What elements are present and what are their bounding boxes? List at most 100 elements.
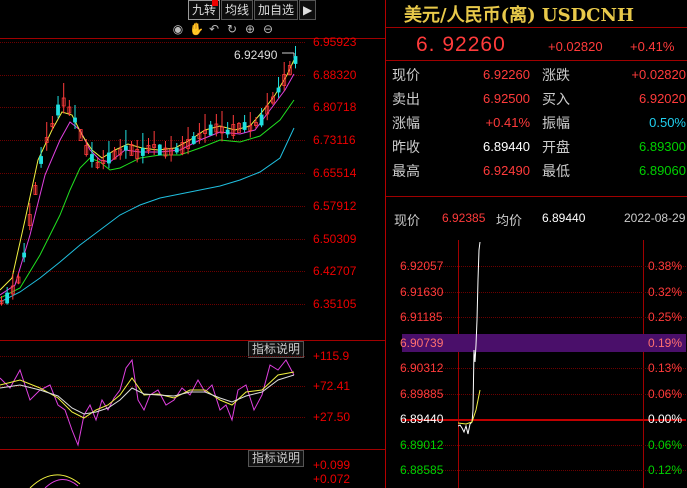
indicator2-line-2: [44, 479, 79, 488]
quote-value: 6.89300: [639, 139, 686, 154]
price-label: 6.50309: [313, 232, 357, 246]
candle-body: [191, 136, 196, 144]
quote-value: +0.41%: [485, 115, 530, 130]
quote-row: 卖出 6.92500 买入 6.92020: [390, 87, 686, 111]
intraday-pct-label: 0.12%: [648, 463, 683, 477]
quote-value: 6.89060: [639, 163, 686, 178]
candle-body: [107, 152, 111, 164]
candle-body: [208, 124, 213, 136]
intraday-pct-label: 0.32%: [648, 285, 683, 299]
candle-body: [90, 154, 94, 162]
price-change-pct: +0.41%: [630, 39, 675, 54]
intraday-pct-label: 0.00%: [648, 412, 683, 426]
quote-value: 6.92490: [483, 163, 530, 178]
active-indicator-mark: [212, 0, 218, 6]
price-label: 6.35105: [313, 297, 357, 311]
undo-icon[interactable]: ↶: [207, 22, 221, 36]
quote-value: 6.92260: [483, 67, 530, 82]
price-change: +0.02820: [548, 39, 603, 54]
intraday-divider: [386, 196, 687, 197]
intraday-pct-label: 0.38%: [648, 259, 683, 273]
quote-label: 卖出: [392, 91, 420, 107]
quote-label: 最高: [392, 163, 420, 179]
candle-body: [5, 292, 10, 304]
quote-value: 6.89440: [483, 139, 530, 154]
intraday-pct-label: 0.25%: [648, 310, 683, 324]
intraday-chart[interactable]: [458, 240, 642, 488]
indicator2-value: +0.099: [313, 458, 351, 472]
intraday-price-label: 6.89012: [400, 438, 444, 452]
moving-average-button[interactable]: 均线: [221, 0, 254, 20]
price-label: 6.65514: [313, 166, 357, 180]
intraday-price-label: 6.89885: [400, 387, 444, 401]
quote-panel: 美元/人民币(离) USDCNH 6. 92260 +0.02820 +0.41…: [385, 0, 687, 488]
indicator2-top-border: [0, 449, 385, 450]
ma-line-short: [0, 73, 295, 296]
candlestick-chart[interactable]: [0, 40, 305, 338]
candle-body: [174, 147, 179, 153]
quote-label: 最低: [542, 163, 570, 179]
eye-icon[interactable]: ◉: [171, 22, 185, 36]
indicator1-line-magenta: [0, 358, 295, 447]
intraday-price-label: 6.90312: [400, 361, 444, 375]
quote-value: 0.50%: [649, 115, 686, 130]
indicator1-top-border: [0, 340, 385, 341]
price-label: 6.73116: [313, 133, 356, 147]
intraday-pct-label: 0.13%: [648, 361, 683, 375]
quote-value: 6.92020: [639, 91, 686, 106]
candle-body: [242, 122, 247, 130]
last-price: 6. 92260: [416, 33, 506, 56]
quote-label: 开盘: [542, 139, 570, 155]
intraday-avg-value: 6.89440: [542, 211, 586, 225]
intraday-pct-label: 0.06%: [648, 387, 683, 401]
quote-row: 涨幅 +0.41% 振幅 0.50%: [390, 111, 686, 135]
intraday-avg-line: [458, 389, 481, 425]
quote-label: 昨收: [392, 139, 420, 155]
candle-body: [276, 87, 281, 93]
intraday-price-label: 6.88585: [400, 463, 444, 477]
chart-toolbar: 九转 均线 加自选 ▶: [188, 0, 317, 20]
candle-body: [39, 156, 43, 164]
intraday-price-label: 6.91185: [400, 310, 443, 324]
price-label: 6.42707: [313, 264, 357, 278]
quote-value: +0.02820: [631, 67, 686, 82]
intraday-price-label: 6.92057: [400, 259, 444, 273]
candle-body: [56, 104, 60, 116]
candle-body: [259, 114, 264, 126]
candle-body: [293, 56, 298, 64]
zoom-out-icon[interactable]: ⊖: [261, 22, 275, 36]
intraday-now-label: 现价: [394, 213, 421, 228]
price-label: 6.88320: [313, 68, 357, 82]
candle-body: [73, 117, 77, 123]
rotate-icon[interactable]: ↻: [225, 22, 239, 36]
indicator1-chart[interactable]: [0, 350, 305, 450]
quote-label: 振幅: [542, 115, 570, 131]
quote-value: 6.92500: [483, 91, 530, 106]
intraday-date: 2022-08-29: [624, 211, 686, 225]
candle-body: [123, 145, 128, 151]
quote-row: 现价 6.92260 涨跌 +0.02820: [390, 63, 686, 87]
collapse-panel-button[interactable]: ▶: [299, 0, 317, 20]
indicator1-line-white: [0, 374, 295, 415]
indicator1-value: +27.50: [313, 410, 351, 424]
price-label: 6.57912: [313, 199, 357, 213]
chart-icon-row: ◉ ✋ ↶ ↻ ⊕ ⊖: [171, 22, 275, 36]
intraday-now-value: 6.92385: [442, 211, 486, 225]
hand-icon[interactable]: ✋: [189, 22, 204, 36]
symbol-title: 美元/人民币(离) USDCNH: [404, 5, 634, 26]
candle-body: [157, 144, 162, 156]
quote-label: 买入: [542, 91, 570, 107]
zoom-in-icon[interactable]: ⊕: [243, 22, 257, 36]
indicator2-chart[interactable]: [0, 462, 305, 488]
kline-panel[interactable]: 九转 均线 加自选 ▶ ◉ ✋ ↶ ↻ ⊕ ⊖ 6.95923 6.88320 …: [0, 0, 385, 488]
indicator1-value: +115.9: [313, 349, 350, 363]
quote-divider: [386, 60, 687, 61]
intraday-price-label: 6.91630: [400, 285, 444, 299]
ma-line-fast: [0, 59, 295, 291]
add-watchlist-button[interactable]: 加自选: [254, 0, 299, 20]
intraday-price-label-current: 6.90739: [400, 336, 444, 350]
candle-body: [140, 148, 145, 156]
quote-row: 昨收 6.89440 开盘 6.89300: [390, 135, 686, 159]
price-label: 6.95923: [313, 35, 357, 49]
candle-body: [22, 252, 27, 258]
